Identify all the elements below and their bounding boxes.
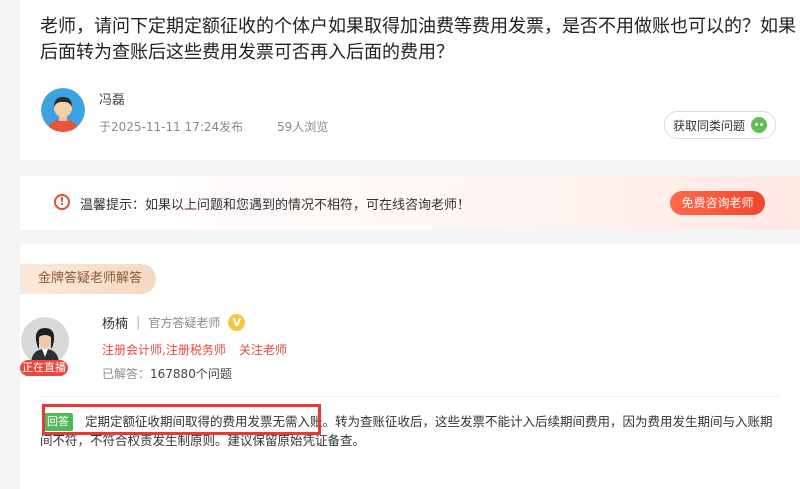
teacher-photo-icon xyxy=(21,317,69,365)
asker-avatar-icon xyxy=(41,88,85,132)
get-similar-questions-button[interactable]: 获取同类问题 xyxy=(664,111,776,139)
asker-name[interactable]: 冯磊 xyxy=(99,89,125,108)
posted-time: 于2025-11-11 17:24发布 xyxy=(99,120,244,134)
teacher-certifications: 注册会计师,注册税务师 xyxy=(102,343,226,357)
teacher-header: 杨楠 | 官方答疑老师 V xyxy=(102,313,246,332)
answer-body: 定期定额征收期间取得的费用发票无需入账。转为查账征收后，这些发票不能计入后续期间… xyxy=(40,414,773,448)
answered-count: 已解答：167880个问题 xyxy=(102,365,232,382)
name-divider: | xyxy=(136,315,141,330)
gold-teacher-tag: 金牌答疑老师解答 xyxy=(20,264,156,294)
answered-label: 已解答： xyxy=(102,367,151,381)
similar-button-label: 获取同类问题 xyxy=(672,118,745,133)
answer-tag: 回答 xyxy=(43,413,73,431)
follow-teacher-link[interactable]: 关注老师 xyxy=(239,341,287,358)
qa-page: 老师，请问下定期定额征收的个体户如果取得加油费等费用发票，是否不用做账也可以的？… xyxy=(0,0,800,489)
verified-v-icon: V xyxy=(228,314,246,331)
wechat-icon xyxy=(751,117,767,133)
warning-icon: ! xyxy=(54,194,70,210)
answered-number: 167880个问题 xyxy=(150,367,232,381)
live-badge[interactable]: 正在直播 xyxy=(20,360,68,376)
question-title: 老师，请问下定期定额征收的个体户如果取得加油费等费用发票，是否不用做账也可以的？… xyxy=(40,16,796,63)
question-card: 老师，请问下定期定额征收的个体户如果取得加油费等费用发票，是否不用做账也可以的？… xyxy=(20,0,800,160)
view-count: 59人浏览 xyxy=(276,120,329,134)
tip-bar: ! 温馨提示：如果以上问题和您遇到的情况不相符，可在线咨询老师！ 免费咨询老师 xyxy=(20,176,800,230)
asker-avatar[interactable] xyxy=(41,88,85,132)
free-consult-button[interactable]: 免费咨询老师 xyxy=(670,191,765,215)
answer-divider xyxy=(40,396,780,397)
tip-text: 温馨提示：如果以上问题和您遇到的情况不相符，可在线咨询老师！ xyxy=(80,198,471,213)
teacher-role: 官方答疑老师 xyxy=(148,316,221,330)
question-meta: 于2025-11-11 17:24发布 59人浏览 xyxy=(99,118,328,135)
teacher-avatar[interactable] xyxy=(21,317,69,365)
teacher-name[interactable]: 杨楠 xyxy=(102,313,128,332)
